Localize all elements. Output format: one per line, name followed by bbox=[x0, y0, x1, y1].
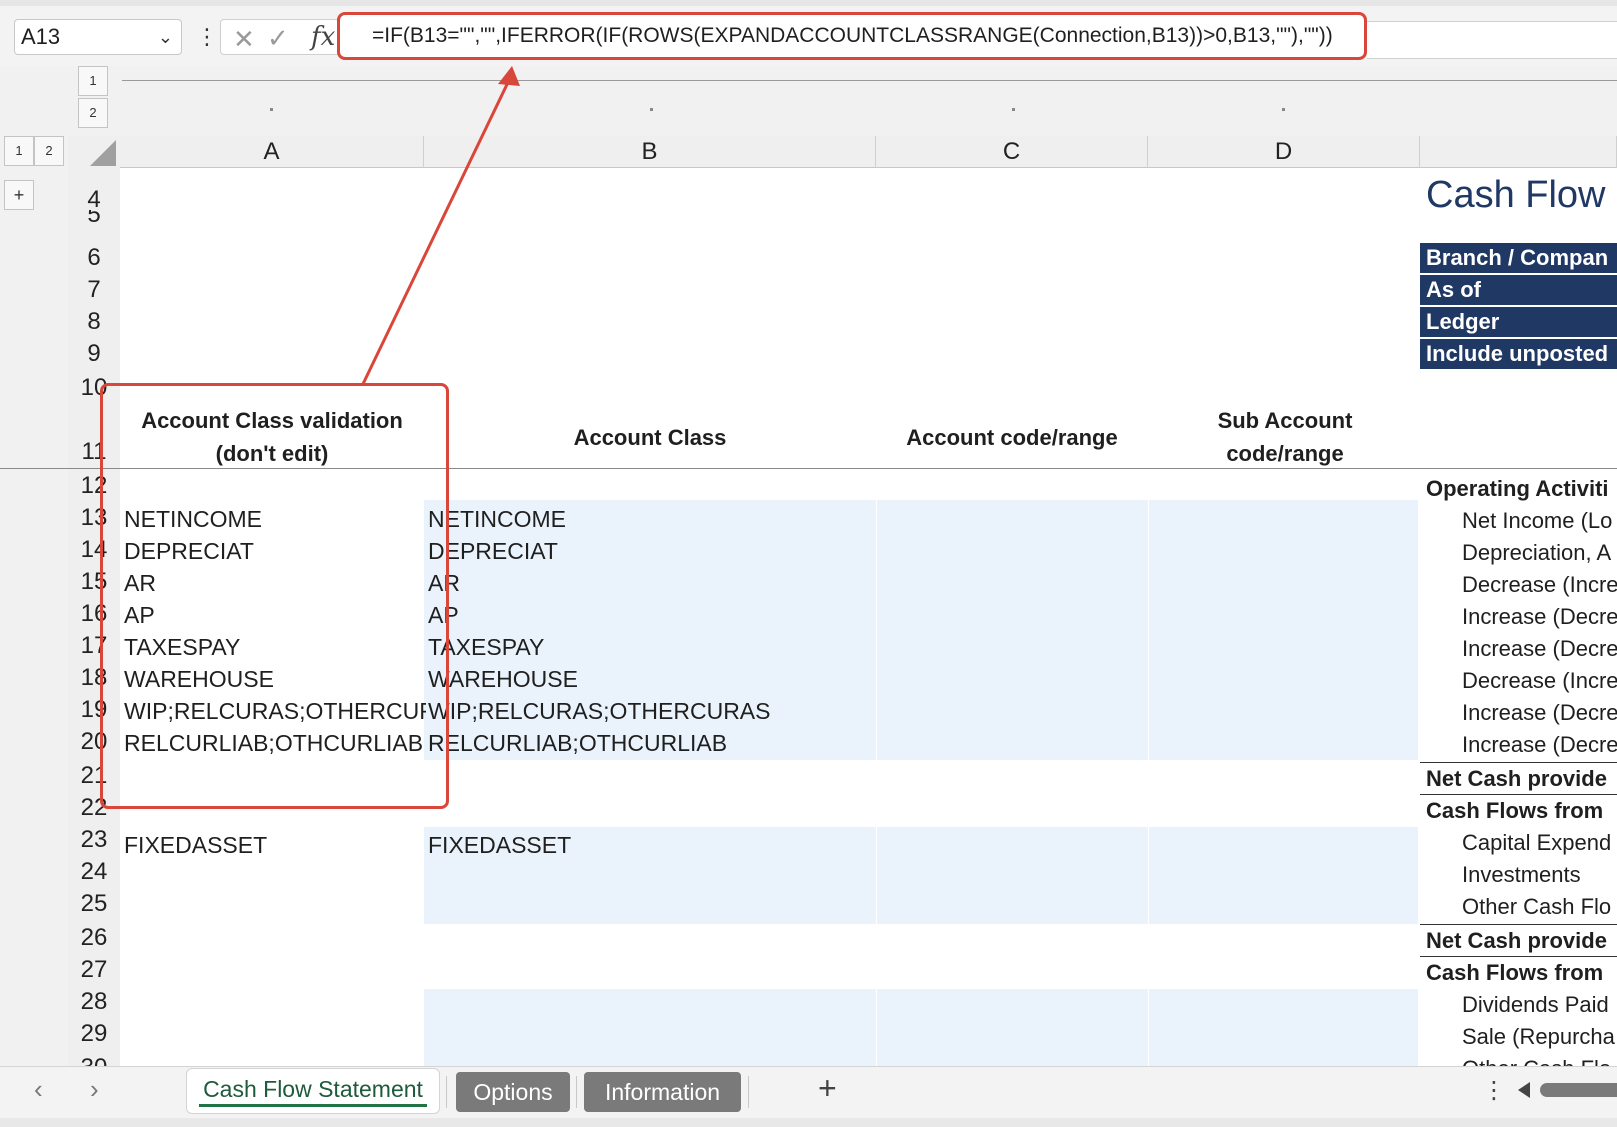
insert-function-icon[interactable]: fx bbox=[311, 22, 335, 52]
report-divider bbox=[1420, 924, 1617, 925]
column-header-a[interactable]: A bbox=[120, 136, 424, 168]
row-outline-level-1[interactable]: 1 bbox=[4, 136, 34, 166]
row-header-8[interactable]: 8 bbox=[68, 308, 120, 336]
report-line: Decrease (Incre bbox=[1462, 668, 1617, 693]
section-operating-activities: Operating Activiti bbox=[1426, 476, 1609, 501]
report-line: Other Cash Flo bbox=[1462, 1056, 1617, 1066]
status-bar bbox=[0, 1118, 1617, 1127]
column-header-c[interactable]: C bbox=[876, 136, 1148, 168]
check-icon[interactable]: ✓ bbox=[267, 23, 289, 54]
row-header-24[interactable]: 24 bbox=[68, 858, 120, 886]
scroll-left-icon[interactable] bbox=[1518, 1082, 1530, 1098]
outline-dot bbox=[1012, 108, 1015, 111]
cell-b23[interactable]: FIXEDASSET bbox=[428, 832, 571, 859]
outline-dot bbox=[1282, 108, 1285, 111]
row-header-26[interactable]: 26 bbox=[68, 924, 120, 952]
report-line: Increase (Decre bbox=[1462, 700, 1617, 725]
tab-cash-flow-statement[interactable]: Cash Flow Statement bbox=[186, 1068, 440, 1114]
report-line: Capital Expend bbox=[1462, 830, 1612, 855]
tab-information[interactable]: Information bbox=[584, 1072, 741, 1112]
cell-b18[interactable]: WAREHOUSE bbox=[428, 666, 578, 693]
select-all-triangle-icon bbox=[90, 140, 116, 166]
horizontal-scrollbar[interactable] bbox=[1540, 1083, 1617, 1097]
row-header-7[interactable]: 7 bbox=[68, 276, 120, 304]
tab-label: Cash Flow Statement bbox=[203, 1076, 423, 1102]
name-box-value: A13 bbox=[21, 24, 61, 49]
column-header-b[interactable]: B bbox=[424, 136, 876, 168]
formula-controls: ✕ ✓ fx bbox=[220, 19, 340, 55]
row-outline-level-2[interactable]: 2 bbox=[34, 136, 64, 166]
outline-dot bbox=[270, 108, 273, 111]
formula-input[interactable]: =IF(B13="","",IFERROR(IF(ROWS(EXPANDACCO… bbox=[337, 12, 1367, 60]
param-ledger: Ledger bbox=[1420, 307, 1617, 337]
outline-dot bbox=[650, 108, 653, 111]
more-vertical-icon[interactable]: ⋮ bbox=[1482, 1076, 1506, 1105]
column-header-e[interactable] bbox=[1420, 136, 1617, 168]
chevron-left-icon[interactable]: ‹ bbox=[34, 1074, 43, 1105]
row-header-27[interactable]: 27 bbox=[68, 956, 120, 984]
report-title: Cash Flow bbox=[1426, 174, 1606, 216]
more-vertical-icon[interactable]: ⋮ bbox=[196, 24, 218, 50]
section-financing: Cash Flows from bbox=[1426, 960, 1604, 985]
report-line: Investments bbox=[1462, 862, 1581, 887]
expand-group-button[interactable]: + bbox=[4, 180, 34, 210]
chevron-down-icon[interactable]: ⌄ bbox=[158, 20, 173, 54]
formula-input-extension[interactable] bbox=[1367, 21, 1617, 59]
row-header-9[interactable]: 9 bbox=[68, 340, 120, 368]
annotation-highlight-box bbox=[100, 383, 449, 809]
report-divider bbox=[1420, 762, 1617, 763]
column-header-d[interactable]: D bbox=[1148, 136, 1420, 168]
report-line: Decrease (Incre bbox=[1462, 572, 1617, 597]
row-header-6[interactable]: 6 bbox=[68, 244, 120, 272]
row-header-28[interactable]: 28 bbox=[68, 988, 120, 1016]
net-cash-investing: Net Cash provide bbox=[1426, 928, 1607, 953]
report-line: Increase (Decre bbox=[1462, 604, 1617, 629]
col-outline-level-2[interactable]: 2 bbox=[78, 98, 108, 128]
header-account-class: Account Class bbox=[573, 425, 727, 450]
add-sheet-icon[interactable]: + bbox=[818, 1070, 837, 1107]
tab-divider bbox=[748, 1076, 749, 1108]
row-header-30[interactable]: 30 bbox=[68, 1054, 120, 1066]
row-header-5[interactable]: 5 bbox=[68, 210, 120, 224]
input-band-rows-28-30 bbox=[424, 989, 1418, 1066]
column-separator bbox=[1148, 500, 1149, 1066]
tab-divider bbox=[446, 1076, 447, 1108]
report-divider bbox=[1420, 956, 1617, 957]
row-header-25[interactable]: 25 bbox=[68, 890, 120, 918]
header-account-code-range: Account code/range bbox=[906, 425, 1118, 450]
name-box[interactable]: A13 ⌄ bbox=[14, 19, 182, 55]
report-line: Dividends Paid bbox=[1462, 992, 1609, 1017]
report-line: Other Cash Flo bbox=[1462, 894, 1612, 919]
col-outline-level-1[interactable]: 1 bbox=[78, 66, 108, 96]
column-separator bbox=[876, 500, 877, 1066]
outline-group-line bbox=[122, 80, 1617, 81]
report-line: Increase (Decre bbox=[1462, 636, 1617, 661]
tab-options[interactable]: Options bbox=[456, 1072, 570, 1112]
cell-b19[interactable]: WIP;RELCURAS;OTHERCURAS bbox=[428, 698, 770, 725]
report-line: Depreciation, A bbox=[1462, 540, 1612, 565]
section-investing: Cash Flows from bbox=[1426, 798, 1604, 823]
param-include-unposted: Include unposted bbox=[1420, 339, 1617, 369]
report-line: Sale (Repurcha bbox=[1462, 1024, 1615, 1049]
cancel-icon[interactable]: ✕ bbox=[233, 24, 255, 55]
param-branch-company: Branch / Compan bbox=[1420, 243, 1617, 273]
tab-divider bbox=[576, 1076, 577, 1108]
cell-a23[interactable]: FIXEDASSET bbox=[124, 832, 267, 859]
header-sub-account-code-range: Sub Account code/range bbox=[1217, 408, 1353, 466]
report-line: Net Income (Lo bbox=[1462, 508, 1613, 533]
input-band-rows-23-25 bbox=[424, 827, 1418, 924]
param-as-of: As of bbox=[1420, 275, 1617, 305]
cell-b20[interactable]: RELCURLIAB;OTHCURLIAB bbox=[428, 730, 727, 757]
chevron-right-icon[interactable]: › bbox=[90, 1074, 99, 1105]
active-tab-underline bbox=[199, 1104, 427, 1107]
row-header-23[interactable]: 23 bbox=[68, 826, 120, 854]
report-divider bbox=[1420, 794, 1617, 795]
report-line: Increase (Decre bbox=[1462, 732, 1617, 757]
net-cash-operating: Net Cash provide bbox=[1426, 766, 1607, 791]
row-header-29[interactable]: 29 bbox=[68, 1020, 120, 1048]
